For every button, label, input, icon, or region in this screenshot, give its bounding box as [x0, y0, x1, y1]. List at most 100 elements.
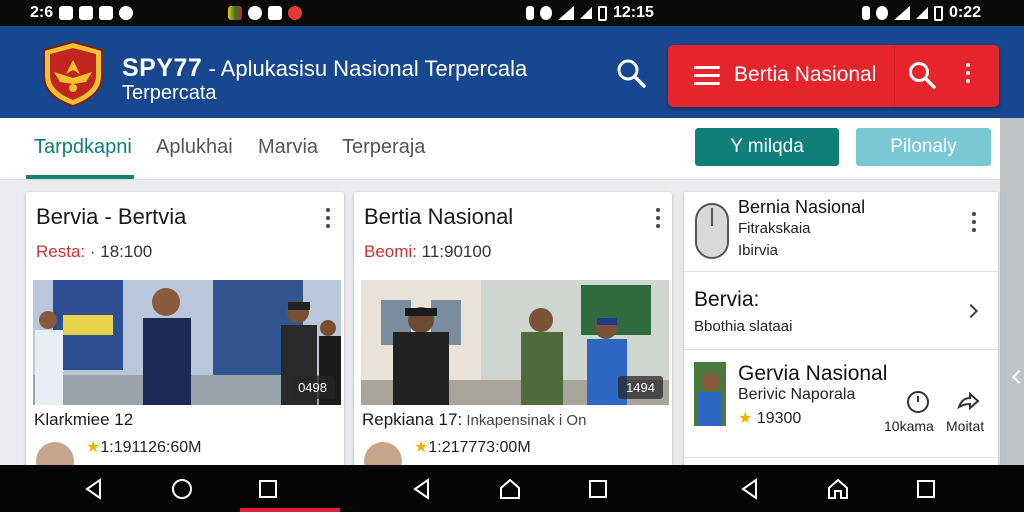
share-icon[interactable]: [956, 390, 980, 414]
news-card[interactable]: Bervia - Bertvia Resta: · 18:100 0498 Kl…: [26, 192, 344, 467]
recents-icon[interactable]: [914, 477, 938, 501]
category-bar: Bertia Nasional: [668, 45, 999, 107]
author-avatar: [36, 442, 74, 467]
wifi-signal-icon: [894, 6, 910, 20]
bluetooth-icon: [862, 6, 870, 20]
more-options-icon[interactable]: [964, 63, 972, 89]
app-logo-icon: [43, 40, 103, 108]
card-rating: ★1:217773:00M: [414, 437, 531, 457]
system-nav-bar: [0, 465, 1024, 512]
list-item[interactable]: Bervia: Bbothia slataai: [684, 272, 998, 350]
meta-label: Resta:: [36, 242, 86, 261]
wifi-signal-icon: [558, 6, 574, 20]
status-right: 0:22: [862, 3, 981, 23]
caption-main: Klarkmiee 12: [34, 410, 134, 429]
clock-icon[interactable]: [906, 390, 930, 414]
side-scroll-handle[interactable]: [1000, 118, 1024, 465]
category-search-icon[interactable]: [906, 59, 938, 91]
tab-3[interactable]: Marvia: [258, 136, 318, 159]
card-more-icon[interactable]: [654, 208, 662, 232]
photo-badge: 0498: [290, 376, 335, 399]
status-time-center: 12:15: [613, 4, 654, 21]
mouse-device-icon: [695, 203, 729, 259]
primary-button[interactable]: Y milqda: [695, 128, 839, 166]
tab-2[interactable]: Aplukhai: [156, 136, 233, 159]
meta-label: Beomi:: [364, 242, 417, 261]
back-icon[interactable]: [410, 477, 434, 501]
chevron-left-icon: [1011, 369, 1024, 385]
list-item-title: Gervia Nasional: [738, 362, 888, 385]
tab-4[interactable]: Terperaja: [342, 136, 425, 159]
app-subtitle: Terpercata: [122, 82, 217, 104]
star-icon: ★: [738, 410, 757, 427]
news-card[interactable]: Bertia Nasional Beomi: 11:90100 1494 Rep…: [354, 192, 672, 467]
news-photo[interactable]: 1494: [361, 280, 669, 405]
home-icon[interactable]: [498, 477, 522, 501]
action-label-1[interactable]: 10kama: [884, 418, 934, 434]
meta-value: 11:90100: [416, 242, 492, 261]
list-item-title: Bervia:: [694, 288, 760, 311]
media-icon: [248, 6, 262, 20]
caption-main: Repkiana 17:: [362, 410, 463, 429]
tab-1[interactable]: Tarpdkapni: [34, 136, 132, 159]
action-label-2[interactable]: Moitat: [946, 418, 984, 434]
search-icon[interactable]: [614, 56, 648, 90]
status-bar: 2:6 12:15 0:22: [0, 0, 1024, 26]
home-circle-icon[interactable]: [170, 477, 194, 501]
status-time-right: 0:22: [949, 4, 982, 21]
recents-icon[interactable]: [586, 477, 610, 501]
alarm-icon: [876, 6, 888, 20]
settings-notification-icon: [99, 6, 114, 20]
card-title: Bertia Nasional: [364, 204, 514, 229]
bluetooth-icon: [526, 6, 534, 20]
list-item-line3: Ibirvia: [738, 242, 779, 259]
message-icon: [59, 6, 74, 20]
tab-bar: Tarpdkapni Aplukhai Marvia Terperaja Y m…: [0, 118, 1000, 180]
status-left: 2:6: [30, 3, 134, 23]
cell-signal-icon: [580, 7, 592, 19]
list-more-icon[interactable]: [970, 212, 978, 236]
side-news-list: Bernia Nasional Fitrakskaia Ibirvia Berv…: [684, 192, 998, 467]
secondary-button[interactable]: Pilonaly: [856, 128, 991, 166]
gallery-icon: [268, 6, 282, 20]
meta-value: · 18:100: [85, 242, 153, 261]
card-more-icon[interactable]: [324, 208, 332, 232]
app-title-rest: - Aplukasisu Nasional Terpercala: [202, 56, 528, 81]
active-tab-indicator: [26, 175, 134, 179]
card-caption: Repkiana 17: Inkapensinak i On: [362, 410, 586, 430]
list-item[interactable]: Gervia Nasional Berivic Naporala ★ 19300…: [684, 350, 998, 458]
list-item-title: Bernia Nasional: [738, 197, 866, 217]
app-header: SPY77 - Aplukasisu Nasional Terpercala T…: [0, 26, 1024, 118]
recents-icon[interactable]: [256, 477, 280, 501]
app-title: SPY77 - Aplukasisu Nasional Terpercala: [122, 54, 527, 83]
list-item-line2: Berivic Naporala: [738, 386, 856, 403]
news-photo[interactable]: 0498: [33, 280, 341, 405]
author-avatar: [364, 442, 402, 467]
rating-value: 1:217773:00M: [428, 439, 531, 456]
battery-icon: [934, 5, 943, 21]
status-center-icons: [228, 3, 302, 23]
card-caption: Klarkmiee 12: [34, 410, 133, 430]
back-icon[interactable]: [82, 477, 106, 501]
status-time-left: 2:6: [30, 4, 54, 21]
chevron-right-icon[interactable]: [963, 303, 979, 319]
list-item-line2: Fitrakskaia: [738, 220, 811, 237]
category-label[interactable]: Bertia Nasional: [734, 63, 876, 87]
caption-extra: Inkapensinak i On: [462, 412, 587, 429]
rating-value: 1:191126:60M: [100, 439, 202, 456]
nav-accent-bar: [240, 508, 340, 512]
menu-icon[interactable]: [694, 66, 720, 86]
home-icon[interactable]: [826, 477, 850, 501]
app-notification-icon: [79, 6, 94, 20]
screen: 2:6 12:15 0:22 SPY77 - Aplukasisu Nasion…: [0, 0, 1024, 512]
star-icon: ★: [86, 439, 101, 456]
alarm-icon: [540, 6, 552, 20]
thumbnail-image: [694, 362, 726, 426]
sync-icon: [119, 6, 134, 20]
list-item[interactable]: Bernia Nasional Fitrakskaia Ibirvia: [684, 192, 998, 272]
back-icon[interactable]: [738, 477, 762, 501]
status-center: 12:15: [526, 3, 654, 23]
card-meta: Beomi: 11:90100: [364, 242, 491, 262]
game-app-icon: [228, 6, 242, 20]
cell-signal-icon: [916, 7, 928, 19]
